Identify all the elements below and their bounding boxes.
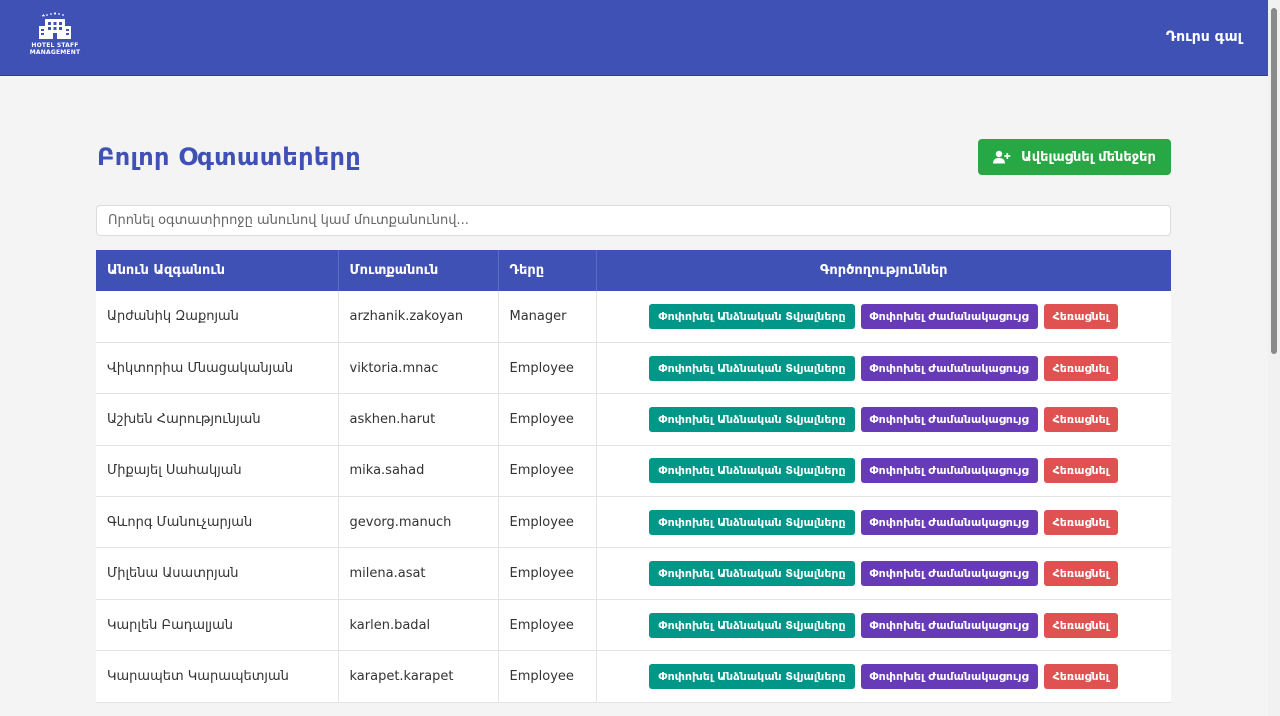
column-header-actions: Գործողություններ <box>596 250 1171 291</box>
top-navbar: HOTEL STAFF MANAGEMENT Դուրս գալ <box>0 0 1268 76</box>
edit-personal-data-button[interactable]: Փոփոխել Անձնական Տվյալները <box>649 458 855 484</box>
cell-name: Գևորգ Մանուչարյան <box>96 496 339 549</box>
cell-actions: Փոփոխել Անձնական Տվյալները Փոփոխել Ժամանա… <box>596 547 1171 600</box>
cell-name: Միքայել Սահակյան <box>96 445 339 498</box>
edit-schedule-button[interactable]: Փոփոխել Ժամանակացույց <box>860 509 1038 535</box>
cell-username: askhen.harut <box>338 393 499 446</box>
delete-button[interactable]: Հեռացնել <box>1043 355 1119 381</box>
cell-actions: Փոփոխել Անձնական Տվյալները Փոփոխել Ժամանա… <box>596 445 1171 498</box>
table-row: Միքայել Սահակյան mika.sahad Employee Փոփոխե… <box>96 445 1171 498</box>
cell-role: Employee <box>498 547 597 600</box>
table-row: Գևորգ Մանուչարյան gevorg.manuch Employee Փո… <box>96 496 1171 549</box>
page-scrollbar[interactable] <box>1268 0 1280 716</box>
column-header-role: Դերը <box>498 250 597 291</box>
table-row: Արժանիկ Զաքոյան arzhanik.zakoyan Manager Փո… <box>96 291 1171 343</box>
cell-username: viktoria.mnac <box>338 342 499 395</box>
cell-name: Կարապետ Կարապետյան <box>96 650 339 703</box>
users-table: Անուն Ազգանուն Մուտքանուն Դերը Գործողութ… <box>96 250 1171 703</box>
delete-button[interactable]: Հեռացնել <box>1043 561 1119 587</box>
edit-personal-data-button[interactable]: Փոփոխել Անձնական Տվյալները <box>649 303 855 329</box>
cell-role: Employee <box>498 445 597 498</box>
table-row: Կարլեն Բադալյան karlen.badal Employee Փոփոխ… <box>96 599 1171 652</box>
logo-text-line-2: MANAGEMENT <box>29 49 81 56</box>
edit-schedule-button[interactable]: Փոփոխել Ժամանակացույց <box>860 458 1038 484</box>
cell-role: Employee <box>498 342 597 395</box>
cell-actions: Փոփոխել Անձնական Տվյալները Փոփոխել Ժամանա… <box>596 496 1171 549</box>
add-manager-button[interactable]: Ավելացնել մենեջեր <box>978 139 1171 175</box>
hotel-building-icon <box>39 12 71 39</box>
column-header-username: Մուտքանուն <box>338 250 499 291</box>
hotel-logo[interactable]: HOTEL STAFF MANAGEMENT <box>28 12 82 64</box>
cell-username: mika.sahad <box>338 445 499 498</box>
table-row: Աշխեն Հարությունյան askhen.harut Employee Փ… <box>96 393 1171 446</box>
cell-username: karapet.karapet <box>338 650 499 703</box>
delete-button[interactable]: Հեռացնել <box>1043 458 1119 484</box>
delete-button[interactable]: Հեռացնել <box>1043 509 1119 535</box>
cell-role: Manager <box>498 291 597 343</box>
cell-username: milena.asat <box>338 547 499 600</box>
user-plus-icon <box>993 150 1011 164</box>
edit-personal-data-button[interactable]: Փոփոխել Անձնական Տվյալները <box>649 561 855 587</box>
edit-schedule-button[interactable]: Փոփոխել Ժամանակացույց <box>860 355 1038 381</box>
edit-schedule-button[interactable]: Փոփոխել Ժամանակացույց <box>860 663 1038 689</box>
cell-name: Վիկտորիա Մնացականյան <box>96 342 339 395</box>
edit-personal-data-button[interactable]: Փոփոխել Անձնական Տվյալները <box>649 509 855 535</box>
delete-button[interactable]: Հեռացնել <box>1043 406 1119 432</box>
cell-username: gevorg.manuch <box>338 496 499 549</box>
cell-name: Կարլեն Բադալյան <box>96 599 339 652</box>
cell-name: Աշխեն Հարությունյան <box>96 393 339 446</box>
cell-role: Employee <box>498 496 597 549</box>
cell-role: Employee <box>498 599 597 652</box>
scrollbar-thumb[interactable] <box>1271 8 1277 354</box>
logout-link[interactable]: Դուրս գալ <box>1166 29 1242 45</box>
edit-schedule-button[interactable]: Փոփոխել Ժամանակացույց <box>860 561 1038 587</box>
edit-personal-data-button[interactable]: Փոփոխել Անձնական Տվյալները <box>649 355 855 381</box>
cell-role: Employee <box>498 393 597 446</box>
add-manager-label: Ավելացնել մենեջեր <box>1021 149 1156 165</box>
edit-personal-data-button[interactable]: Փոփոխել Անձնական Տվյալները <box>649 406 855 432</box>
cell-name: Միլենա Ասատրյան <box>96 547 339 600</box>
edit-schedule-button[interactable]: Փոփոխել Ժամանակացույց <box>860 406 1038 432</box>
cell-actions: Փոփոխել Անձնական Տվյալները Փոփոխել Ժամանա… <box>596 650 1171 703</box>
edit-personal-data-button[interactable]: Փոփոխել Անձնական Տվյալները <box>649 612 855 638</box>
table-row: Միլենա Ասատրյան milena.asat Employee Փոփոխե… <box>96 547 1171 600</box>
delete-button[interactable]: Հեռացնել <box>1043 303 1119 329</box>
edit-schedule-button[interactable]: Փոփոխել Ժամանակացույց <box>860 303 1038 329</box>
delete-button[interactable]: Հեռացնել <box>1043 612 1119 638</box>
cell-name: Արժանիկ Զաքոյան <box>96 291 339 343</box>
logo-text-line-1: HOTEL STAFF <box>31 42 79 49</box>
search-input[interactable] <box>96 205 1171 236</box>
cell-actions: Փոփոխել Անձնական Տվյալները Փոփոխել Ժամանա… <box>596 599 1171 652</box>
table-row: Վիկտորիա Մնացականյան viktoria.mnac Employe… <box>96 342 1171 395</box>
cell-username: karlen.badal <box>338 599 499 652</box>
cell-actions: Փոփոխել Անձնական Տվյալները Փոփոխել Ժամանա… <box>596 393 1171 446</box>
table-row: Կարապետ Կարապետյան karapet.karapet Employe… <box>96 650 1171 703</box>
table-header-row: Անուն Ազգանուն Մուտքանուն Դերը Գործողութ… <box>96 250 1171 291</box>
edit-schedule-button[interactable]: Փոփոխել Ժամանակացույց <box>860 612 1038 638</box>
delete-button[interactable]: Հեռացնել <box>1043 663 1119 689</box>
cell-username: arzhanik.zakoyan <box>338 291 499 343</box>
cell-role: Employee <box>498 650 597 703</box>
edit-personal-data-button[interactable]: Փոփոխել Անձնական Տվյալները <box>649 663 855 689</box>
cell-actions: Փոփոխել Անձնական Տվյալները Փոփոխել Ժամանա… <box>596 291 1171 343</box>
column-header-name: Անուն Ազգանուն <box>96 250 339 291</box>
page-title: Բոլոր Օգտատերերը <box>97 143 361 171</box>
cell-actions: Փոփոխել Անձնական Տվյալները Փոփոխել Ժամանա… <box>596 342 1171 395</box>
